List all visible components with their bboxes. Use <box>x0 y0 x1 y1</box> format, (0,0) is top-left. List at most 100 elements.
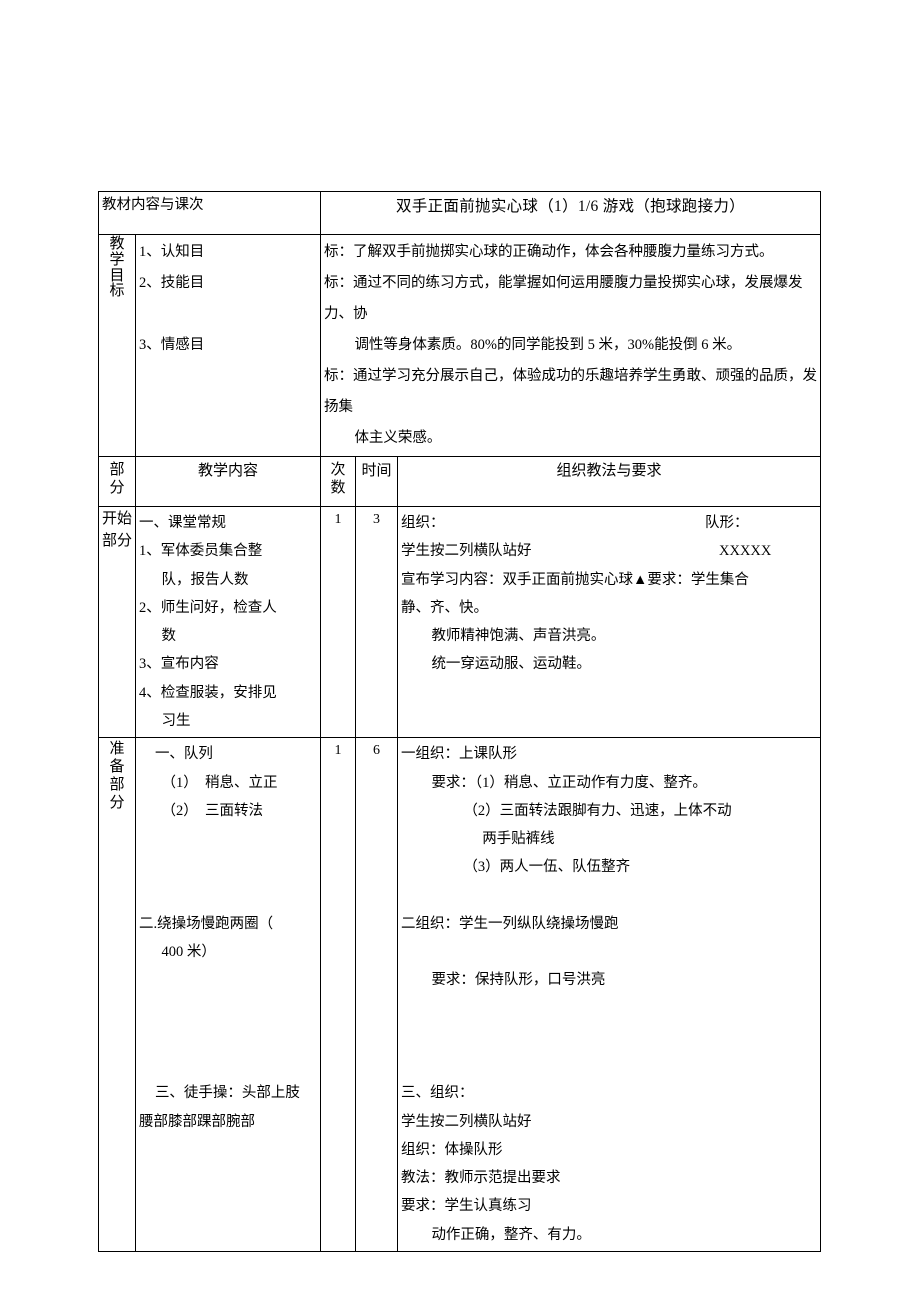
content-line: （1） 稍息、立正 <box>161 774 278 791</box>
formation-value: XXXXX <box>719 543 772 560</box>
formation-label: 队形： <box>705 515 749 532</box>
method-line-blank <box>401 995 817 1023</box>
column-header-part: 部 分 <box>98 456 136 508</box>
column-header-content: 教学内容 <box>135 456 321 508</box>
method-line: 一组织：上课队形 <box>401 746 517 763</box>
content-line-blank <box>139 853 317 881</box>
content-line-blank <box>139 882 317 910</box>
content-line: 3、宣布内容 <box>139 656 219 673</box>
content-line-blank <box>139 825 317 853</box>
method-line: 动作正确，整齐、有力。 <box>431 1226 591 1243</box>
section-label-line: 部分 <box>102 532 133 549</box>
document-page: 教材内容与课次 双手正面前抛实心球（1）1/6 游戏（抱球跑接力） 教 学 目 … <box>0 0 920 1301</box>
table-row-title: 教材内容与课次 双手正面前抛实心球（1）1/6 游戏（抱球跑接力） <box>98 191 822 235</box>
content-line: 三、徒手操：头部上肢 <box>154 1085 300 1102</box>
content-line: 一、队列 <box>154 746 213 763</box>
column-header-method: 组织教法与要求 <box>396 456 822 508</box>
column-header-times-char: 次 <box>330 462 346 479</box>
method-line: 要求：保持队形，口号洪亮 <box>431 972 606 989</box>
method-line: 组织：体操队形 <box>401 1141 503 1158</box>
start-times-value: 1 <box>320 506 356 739</box>
objective-text: 标：通过不同的练习方式，能掌握如何运用腰腹力量投掷实心球，发展爆发力、协 <box>324 275 803 323</box>
column-header-part-char: 部 <box>109 462 125 479</box>
content-line: 腰部膝部踝部腕部 <box>139 1113 255 1130</box>
objective-text-cont: 调性等身体素质。80%的同学能投到 5 米，30%能投倒 6 米。 <box>354 337 742 354</box>
method-line-blank <box>401 938 817 966</box>
preparation-time-value: 6 <box>355 737 398 1253</box>
method-line-blank <box>401 1023 817 1051</box>
section-label-start: 开始 部分 <box>98 506 136 739</box>
method-line: 静、齐、快。 <box>401 599 488 616</box>
section-label-line: 备 <box>109 759 125 776</box>
method-line: 三、组织： <box>401 1085 474 1102</box>
content-line: 数 <box>161 628 176 645</box>
content-line: （2） 三面转法 <box>161 802 263 819</box>
objective-name: 2、技能目 <box>139 275 205 292</box>
section-label-line: 准 <box>109 741 125 758</box>
method-line: （2）三面转法跟脚有力、迅速，上体不动 <box>463 802 732 819</box>
method-line: 学生按二列横队站好 <box>401 1113 532 1130</box>
content-line: 习生 <box>161 712 191 729</box>
method-text: 组织： <box>401 515 445 532</box>
objectives-label-char: 目 <box>109 267 125 284</box>
method-text: 学生按二列横队站好 <box>401 543 532 560</box>
section-label-line: 部 <box>109 777 125 794</box>
content-line: 4、检查服装，安排见 <box>139 684 277 701</box>
column-header-time: 时间 <box>355 456 398 508</box>
objective-name: 3、情感目 <box>139 337 205 354</box>
lesson-plan-table: 教材内容与课次 双手正面前抛实心球（1）1/6 游戏（抱球跑接力） 教 学 目 … <box>98 191 822 1253</box>
content-line: 400 米） <box>161 944 216 961</box>
objectives-names: 1、认知目 2、技能目 3、情感目 <box>135 233 321 458</box>
section-label-line: 开始 <box>102 511 133 528</box>
preparation-content-cell: 一、队列 （1） 稍息、立正 （2） 三面转法 二.绕操场慢跑两圈（ 400 米… <box>135 737 321 1253</box>
method-line-blank <box>401 882 817 910</box>
method-line-blank <box>401 1051 817 1079</box>
method-line: 要求：（1）稍息、立正动作有力度、整齐。 <box>431 774 707 791</box>
objective-text: 标：了解双手前抛掷实心球的正确动作，体会各种腰腹力量练习方式。 <box>324 244 774 260</box>
content-line: 2、师生问好，检查人 <box>139 599 277 616</box>
section-label-line: 分 <box>109 795 125 812</box>
start-method-cell: 组织： 队形： 学生按二列横队站好 XXXXX 宣布学习内容：双手正面前抛实心球… <box>396 506 822 739</box>
objectives-label-char: 教 <box>109 236 125 252</box>
method-line: 教师精神饱满、声音洪亮。 <box>431 628 606 645</box>
table-row-headers: 部 分 教学内容 次 数 时间 组织教法与要求 <box>98 456 822 508</box>
objectives-label: 教 学 目 标 <box>98 233 136 458</box>
start-content-cell: 一、课堂常规 1、军体委员集合整 队，报告人数 2、师生问好，检查人 数 3、宣… <box>135 506 321 739</box>
material-content-label: 教材内容与课次 <box>98 191 321 235</box>
method-line: 宣布学习内容：双手正面前抛实心球▲要求：学生集合 <box>401 571 749 588</box>
content-line-blank <box>139 1051 317 1079</box>
table-row-start-section: 开始 部分 一、课堂常规 1、军体委员集合整 队，报告人数 2、师生问好，检查人… <box>98 506 822 739</box>
lesson-title: 双手正面前抛实心球（1）1/6 游戏（抱球跑接力） <box>319 191 822 235</box>
objectives-text: 标：了解双手前抛掷实心球的正确动作，体会各种腰腹力量练习方式。 标：通过不同的练… <box>319 233 822 458</box>
objective-text-cont: 体主义荣感。 <box>354 430 442 447</box>
method-line: 两手贴裤线 <box>482 831 555 848</box>
method-line: 统一穿运动服、运动鞋。 <box>431 656 591 673</box>
column-header-times-char: 数 <box>330 479 346 496</box>
method-line: （3）两人一伍、队伍整齐 <box>463 859 631 876</box>
objective-name: 1、认知目 <box>139 244 205 260</box>
method-line: 教法：教师示范提出要求 <box>401 1170 561 1187</box>
start-time-value: 3 <box>355 506 398 739</box>
preparation-method-cell: 一组织：上课队形 要求：（1）稍息、立正动作有力度、整齐。 （2）三面转法跟脚有… <box>396 737 822 1253</box>
objectives-label-char: 学 <box>109 251 125 268</box>
table-row-objectives: 教 学 目 标 1、认知目 2、技能目 3、情感目 标：了解双手前抛掷实心球的正… <box>98 233 822 458</box>
objective-text: 标：通过学习充分展示自己，体验成功的乐趣培养学生勇敢、顽强的品质，发扬集 <box>324 368 817 416</box>
column-header-times: 次 数 <box>320 456 356 508</box>
table-row-preparation-section: 准 备 部 分 一、队列 （1） 稍息、立正 （2） 三面转法 二.绕操场慢跑两… <box>98 737 822 1253</box>
preparation-times-value: 1 <box>320 737 356 1253</box>
content-line-blank <box>139 966 317 994</box>
method-line: 学生按二列横队站好 XXXXX <box>401 537 817 565</box>
method-line: 二组织：学生一列纵队绕操场慢跑 <box>401 915 619 932</box>
content-line: 队，报告人数 <box>161 571 249 588</box>
objective-name-spacer <box>139 299 317 330</box>
content-line: 1、军体委员集合整 <box>139 543 263 560</box>
content-line: 一、课堂常规 <box>139 515 226 532</box>
column-header-part-char: 分 <box>109 479 125 496</box>
content-line-blank <box>139 995 317 1023</box>
content-line-blank <box>139 1023 317 1051</box>
method-line: 组织： 队形： <box>401 509 817 537</box>
method-line: 要求：学生认真练习 <box>401 1198 532 1215</box>
content-line: 二.绕操场慢跑两圈（ <box>139 915 274 932</box>
objectives-label-char: 标 <box>109 283 125 300</box>
section-label-preparation: 准 备 部 分 <box>98 737 136 1253</box>
